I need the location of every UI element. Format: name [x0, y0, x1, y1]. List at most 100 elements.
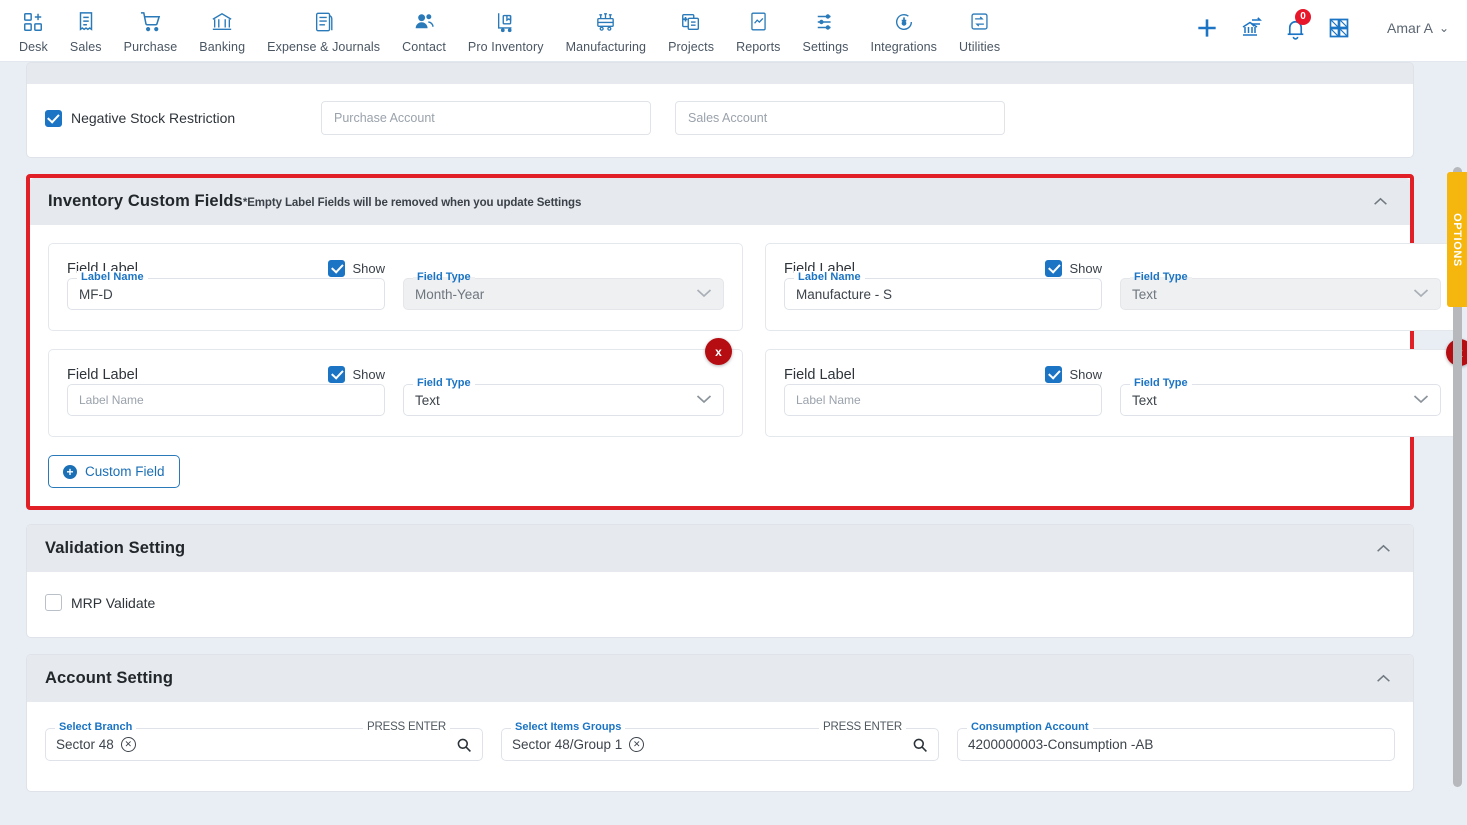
chevron-up-icon[interactable]	[1369, 197, 1392, 206]
custom-field-inputs: Label Name Field Type Text	[67, 377, 724, 416]
user-menu[interactable]: Amar A ⌄	[1387, 20, 1453, 36]
nav-item-label: Utilities	[959, 40, 1001, 54]
show-toggle[interactable]: Show	[328, 260, 385, 277]
settings-sliders-icon	[815, 8, 837, 35]
apps-grid-icon[interactable]	[1317, 6, 1361, 50]
remove-chip-icon[interactable]: ✕	[120, 737, 136, 752]
custom-field-card: Field Label Show Label Name Manufacture …	[765, 243, 1467, 366]
custom-field-inputs: Label Name MF-D Field Type Month-Year	[67, 271, 724, 310]
add-icon[interactable]	[1185, 6, 1229, 50]
nav-item-desk[interactable]: Desk	[8, 6, 59, 56]
sales-account-placeholder: Sales Account	[688, 111, 768, 125]
chevron-down-icon[interactable]	[696, 288, 712, 300]
nav-item-label: Pro Inventory	[467, 40, 544, 54]
custom-field-card: Field Label Show Label Name Field Type T…	[48, 349, 743, 437]
label-name-legend: Label Name	[794, 271, 865, 283]
select-branch-field[interactable]: Select Branch PRESS ENTER Sector 48 ✕	[45, 721, 483, 761]
label-name-input[interactable]: Label Name	[784, 384, 1102, 416]
purchase-account-placeholder: Purchase Account	[334, 111, 435, 125]
show-toggle[interactable]: Show	[328, 366, 385, 383]
show-checkbox[interactable]	[328, 366, 346, 383]
account-setting-fields: Select Branch PRESS ENTER Sector 48 ✕ Se…	[45, 721, 1395, 761]
nav-item-settings[interactable]: Settings	[792, 6, 860, 56]
label-name-input[interactable]: Label Name MF-D	[67, 271, 385, 310]
reports-chart-icon	[748, 8, 769, 35]
account-setting-body: Select Branch PRESS ENTER Sector 48 ✕ Se…	[27, 702, 1413, 791]
nav-item-utilities[interactable]: Utilities	[948, 6, 1011, 56]
nav-item-label: Reports	[736, 40, 781, 54]
label-name-input[interactable]: Label Name Manufacture - S	[784, 271, 1102, 310]
nav-item-manufacturing[interactable]: Manufacturing	[555, 6, 658, 56]
nav-item-expense-journals[interactable]: Expense & Journals	[256, 6, 391, 56]
field-type-legend: Field Type	[1130, 377, 1192, 389]
purchase-account-input[interactable]: Purchase Account	[321, 101, 651, 135]
validation-setting-panel: Validation Setting MRP Validate	[26, 524, 1414, 638]
nav-item-label: Manufacturing	[565, 40, 647, 54]
mrp-validate-checkbox[interactable]	[45, 594, 62, 611]
nav-item-label: Integrations	[870, 40, 938, 54]
field-type-select[interactable]: Field Type Text	[403, 377, 724, 416]
select-items-groups-field[interactable]: Select Items Groups PRESS ENTER Sector 4…	[501, 721, 939, 761]
nav-item-integrations[interactable]: Integrations	[860, 6, 949, 56]
remove-chip-icon[interactable]: ✕	[629, 737, 645, 752]
nav-item-pro-inventory[interactable]: Pro Inventory	[457, 6, 555, 56]
nav-items: Desk Sales Purchase Banking Expense & Jo…	[0, 6, 1011, 56]
label-name-placeholder: Label Name	[79, 393, 144, 407]
bank-transfer-icon[interactable]	[1229, 6, 1273, 50]
expense-journal-icon	[313, 8, 335, 35]
validation-setting-header[interactable]: Validation Setting	[27, 525, 1413, 572]
add-custom-field-button[interactable]: + Custom Field	[48, 455, 180, 488]
negative-stock-restriction-row[interactable]: Negative Stock Restriction	[45, 109, 295, 127]
custom-field-inputs: Label Name Manufacture - S Field Type Te…	[784, 271, 1441, 310]
custom-field-header: Field Label Show	[67, 366, 385, 383]
chevron-down-icon[interactable]	[696, 394, 712, 406]
field-type-select[interactable]: Field Type Text	[1120, 271, 1441, 310]
chevron-up-icon[interactable]	[1372, 674, 1395, 683]
show-checkbox[interactable]	[328, 260, 346, 277]
label-name-input[interactable]: Label Name	[67, 384, 385, 416]
show-toggle[interactable]: Show	[1045, 366, 1102, 383]
search-icon[interactable]	[912, 737, 928, 753]
banking-bank-icon	[211, 8, 233, 35]
previous-panel-header-strip	[26, 62, 1414, 84]
options-tab[interactable]: OPTIONS	[1447, 172, 1467, 307]
chevron-up-icon[interactable]	[1372, 544, 1395, 553]
field-type-select[interactable]: Field Type Month-Year	[403, 271, 724, 310]
validation-setting-title: Validation Setting	[45, 539, 186, 557]
show-checkbox[interactable]	[1045, 366, 1063, 383]
nav-item-sales[interactable]: Sales	[59, 6, 113, 56]
sales-receipt-icon	[75, 8, 97, 35]
notifications-bell-icon[interactable]: 0	[1273, 6, 1317, 50]
field-type-select[interactable]: Field Type Text	[1120, 377, 1441, 416]
show-toggle[interactable]: Show	[1045, 260, 1102, 277]
nav-item-label: Expense & Journals	[267, 40, 381, 54]
chevron-down-icon[interactable]	[1413, 394, 1429, 406]
validation-setting-body: MRP Validate	[27, 572, 1413, 637]
nav-item-projects[interactable]: Projects	[657, 6, 725, 56]
nav-item-label: Projects	[668, 40, 715, 54]
chevron-down-icon[interactable]	[1413, 288, 1429, 300]
inventory-custom-fields-header[interactable]: Inventory Custom Fields *Empty Label Fie…	[30, 178, 1410, 225]
nav-item-purchase[interactable]: Purchase	[113, 6, 189, 56]
show-checkbox[interactable]	[1045, 260, 1063, 277]
sales-account-input[interactable]: Sales Account	[675, 101, 1005, 135]
search-icon[interactable]	[456, 737, 472, 753]
custom-field-card: Field Label Show Label Name MF-D Field T…	[48, 243, 743, 331]
mrp-validate-row[interactable]: MRP Validate	[45, 594, 295, 611]
account-setting-header[interactable]: Account Setting	[27, 655, 1413, 702]
nav-item-reports[interactable]: Reports	[725, 6, 791, 56]
consumption-account-field[interactable]: Consumption Account 4200000003-Consumpti…	[957, 721, 1395, 761]
add-custom-field-label: Custom Field	[85, 464, 165, 479]
nav-item-banking[interactable]: Banking	[188, 6, 256, 56]
custom-field-header: Field Label Show	[784, 366, 1102, 383]
field-type-value: Text	[415, 392, 440, 408]
custom-field-inputs: Label Name Field Type Text	[784, 377, 1441, 416]
nav-item-contact[interactable]: Contact	[391, 6, 457, 56]
negative-stock-restriction-checkbox[interactable]	[45, 109, 62, 127]
inventory-custom-fields-highlight: Inventory Custom Fields *Empty Label Fie…	[26, 174, 1467, 510]
delete-custom-field-button[interactable]: x	[705, 338, 732, 365]
add-custom-field-row: + Custom Field	[48, 455, 1392, 488]
top-navigation-bar: Desk Sales Purchase Banking Expense & Jo…	[0, 0, 1467, 62]
manufacturing-machine-icon	[594, 8, 617, 35]
pro-inventory-trolley-icon	[495, 8, 517, 35]
